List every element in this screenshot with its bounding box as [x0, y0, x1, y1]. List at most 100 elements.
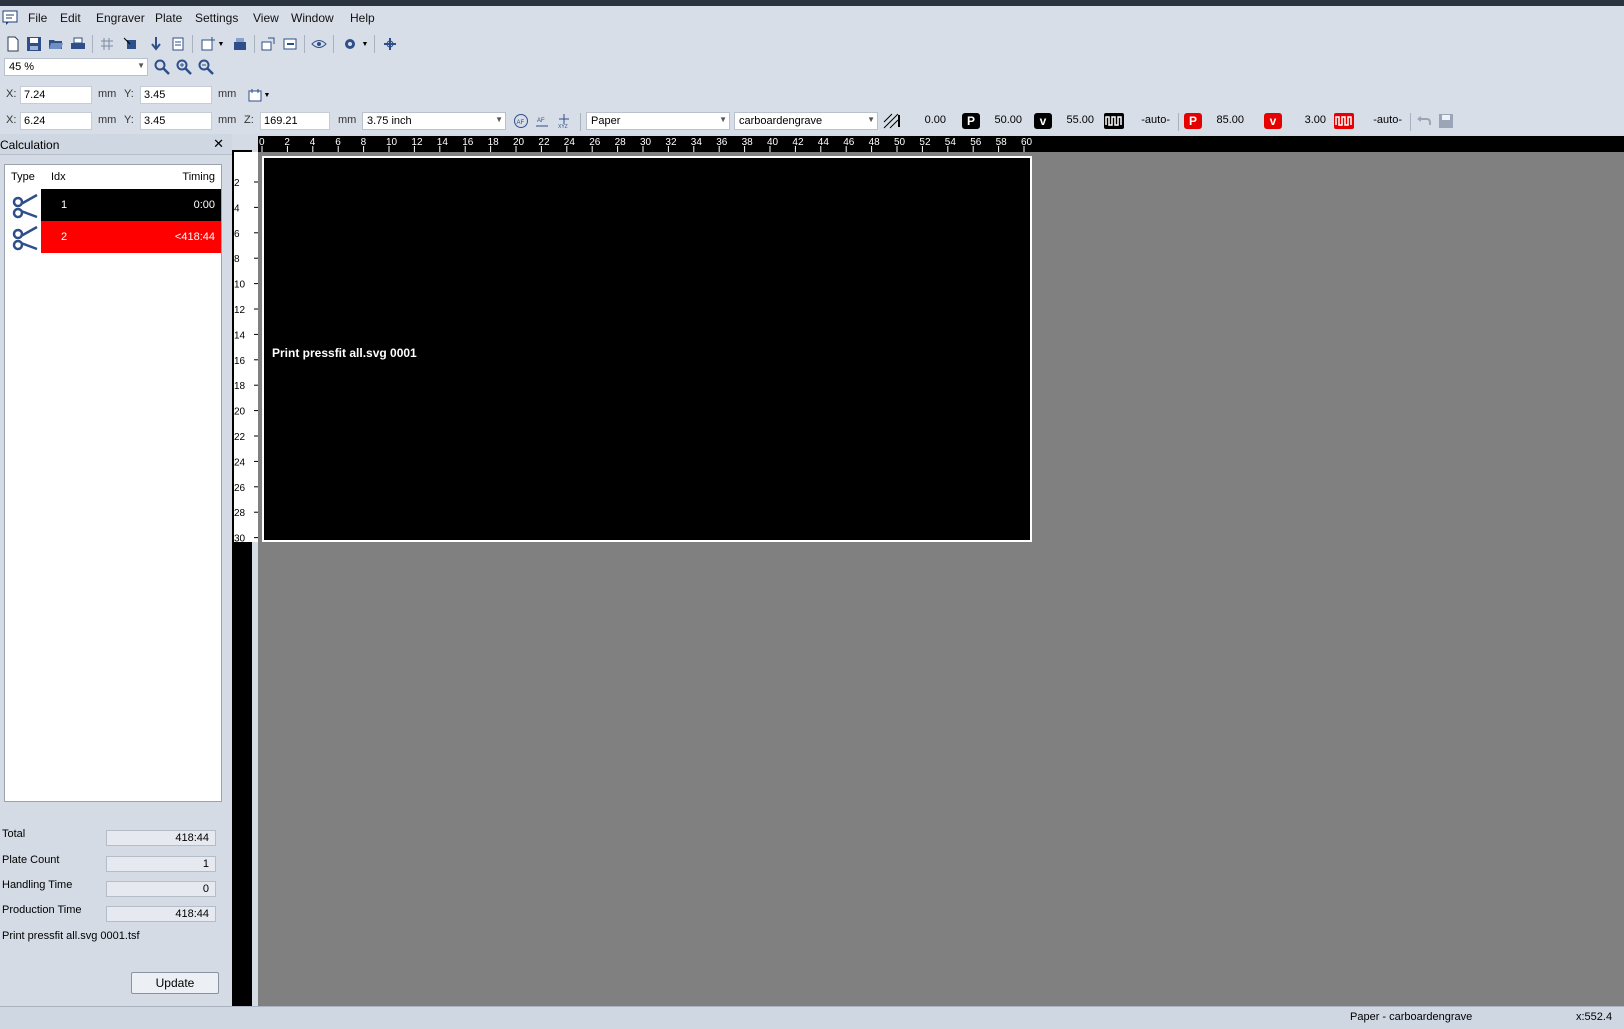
- z-position-field[interactable]: 169.21: [260, 112, 330, 130]
- top-ruler-label: 46: [843, 137, 855, 148]
- column-type[interactable]: Type: [11, 171, 35, 183]
- menu-edit[interactable]: Edit: [60, 11, 81, 25]
- left-ruler-label: 24: [234, 457, 246, 468]
- scissors-icon: [9, 191, 39, 221]
- open-folder-icon[interactable]: [46, 34, 66, 54]
- top-ruler-label: 50: [894, 137, 906, 148]
- process-select[interactable]: carboardengrave ▼: [734, 112, 878, 130]
- new-file-icon[interactable]: [3, 34, 23, 54]
- engrave-power-badge: P: [962, 113, 980, 129]
- menu-engraver[interactable]: Engraver: [96, 11, 145, 25]
- job-file-name: Print pressfit all.svg 0001.tsf: [2, 930, 140, 942]
- save-material-icon[interactable]: [1436, 111, 1456, 131]
- save-icon[interactable]: [24, 34, 44, 54]
- zoom-value: 45 %: [9, 61, 35, 73]
- import-icon[interactable]: [258, 34, 278, 54]
- zoom-toolbar: 45 % ▼: [0, 56, 1624, 82]
- menu-plate[interactable]: Plate: [155, 11, 182, 25]
- export-icon[interactable]: [280, 34, 300, 54]
- laser-pointer-icon[interactable]: [380, 34, 400, 54]
- print-icon[interactable]: [68, 34, 88, 54]
- zoom-select[interactable]: 45 % ▼: [4, 58, 148, 76]
- app-icon[interactable]: [2, 10, 18, 26]
- column-idx[interactable]: Idx: [51, 171, 66, 183]
- preview-eye-icon[interactable]: [309, 34, 329, 54]
- menu-settings[interactable]: Settings: [195, 11, 238, 25]
- engrave-velocity-value[interactable]: 55.00: [1054, 114, 1094, 126]
- zoom-fit-icon[interactable]: [152, 57, 172, 77]
- add-job-icon[interactable]: [198, 34, 218, 54]
- toolbar-separator: [1178, 113, 1179, 131]
- status-bar: Paper - carboardengrave x:552.4: [0, 1006, 1624, 1029]
- menu-view[interactable]: View: [253, 11, 279, 25]
- y-position-field[interactable]: 3.45: [140, 112, 212, 130]
- engraving-plate[interactable]: Print pressfit all.svg 0001: [262, 156, 1032, 542]
- add-job-dropdown-icon[interactable]: ▼: [216, 34, 226, 54]
- engrave-frequency-value[interactable]: -auto-: [1128, 114, 1170, 126]
- autofocus-table-icon[interactable]: AF: [532, 111, 552, 131]
- engrave-power-value[interactable]: 50.00: [982, 114, 1022, 126]
- toolbar-separator: [92, 35, 93, 53]
- table-row[interactable]: 1 0:00: [41, 189, 221, 221]
- svg-text:XYZ: XYZ: [558, 124, 568, 129]
- grid-icon[interactable]: [97, 34, 117, 54]
- zoom-out-icon[interactable]: [196, 57, 216, 77]
- status-material: Paper - carboardengrave: [1350, 1011, 1473, 1023]
- top-ruler-label: 20: [513, 137, 525, 148]
- top-ruler-label: 14: [437, 137, 449, 148]
- x-position-field[interactable]: 7.24: [20, 86, 92, 104]
- zoom-in-icon[interactable]: [174, 57, 194, 77]
- material-select[interactable]: Paper ▼: [586, 112, 730, 130]
- position-tool-icon[interactable]: [120, 34, 140, 54]
- column-timing[interactable]: Timing: [182, 171, 215, 183]
- toolbar-separator: [333, 35, 334, 53]
- left-ruler-label: 22: [234, 432, 246, 443]
- xyz-move-icon[interactable]: XYZ: [554, 111, 574, 131]
- top-ruler-label: 60: [1021, 137, 1033, 148]
- pointer-down-icon[interactable]: [146, 34, 166, 54]
- update-button[interactable]: Update: [131, 972, 219, 994]
- top-ruler-label: 30: [640, 137, 652, 148]
- total-value: 418:44: [106, 830, 216, 846]
- toolbar-separator: [304, 35, 305, 53]
- menu-window[interactable]: Window: [291, 11, 334, 25]
- document-list-icon[interactable]: [168, 34, 188, 54]
- engrave-velocity-badge: v: [1034, 113, 1052, 129]
- plate-job-label[interactable]: Print pressfit all.svg 0001: [272, 346, 417, 360]
- top-ruler-label: 8: [361, 137, 367, 148]
- top-ruler-label: 48: [869, 137, 881, 148]
- handling-time-value[interactable]: 0: [106, 881, 216, 897]
- menu-help[interactable]: Help: [350, 11, 375, 25]
- x-position-field[interactable]: 6.24: [20, 112, 92, 130]
- alignment-dropdown-icon[interactable]: ▼: [262, 85, 272, 105]
- scissors-icon: [9, 223, 39, 253]
- settings-dropdown-icon[interactable]: ▼: [360, 34, 370, 54]
- thickness-select[interactable]: 3.75 inch ▼: [362, 112, 506, 130]
- top-ruler-label: 34: [691, 137, 703, 148]
- top-ruler-label: 18: [488, 137, 500, 148]
- top-ruler-label: 28: [615, 137, 627, 148]
- y-position-field[interactable]: 3.45: [140, 86, 212, 104]
- panel-title: Calculation: [0, 138, 60, 152]
- material-bar: X: 6.24 mm Y: 3.45 mm Z: 169.21 mm 3.75 …: [0, 108, 1624, 134]
- status-x-coordinate: x:552.4: [1576, 1011, 1613, 1023]
- chevron-down-icon: ▼: [719, 115, 727, 124]
- menu-file[interactable]: File: [28, 11, 47, 25]
- offset-value: 0.00: [924, 114, 946, 126]
- settings-gear-icon[interactable]: [340, 34, 360, 54]
- cut-frequency-icon: [1334, 111, 1354, 131]
- menu-bar: File Edit Engraver Plate Settings View W…: [0, 6, 1624, 30]
- y-unit: mm: [218, 114, 237, 126]
- close-icon[interactable]: ✕: [213, 136, 224, 152]
- hatch-offset-icon[interactable]: [882, 111, 902, 131]
- cut-velocity-value[interactable]: 3.00: [1286, 114, 1326, 126]
- undo-icon[interactable]: [1414, 111, 1434, 131]
- cut-power-badge: P: [1184, 113, 1202, 129]
- cut-power-value[interactable]: 85.00: [1204, 114, 1244, 126]
- autofocus-icon[interactable]: AF: [511, 111, 531, 131]
- table-row[interactable]: 2 <418:44: [41, 221, 221, 253]
- production-time-label: Production Time: [2, 904, 82, 916]
- chevron-down-icon: ▼: [867, 115, 875, 124]
- stack-icon[interactable]: [230, 34, 250, 54]
- cut-frequency-value[interactable]: -auto-: [1358, 114, 1402, 126]
